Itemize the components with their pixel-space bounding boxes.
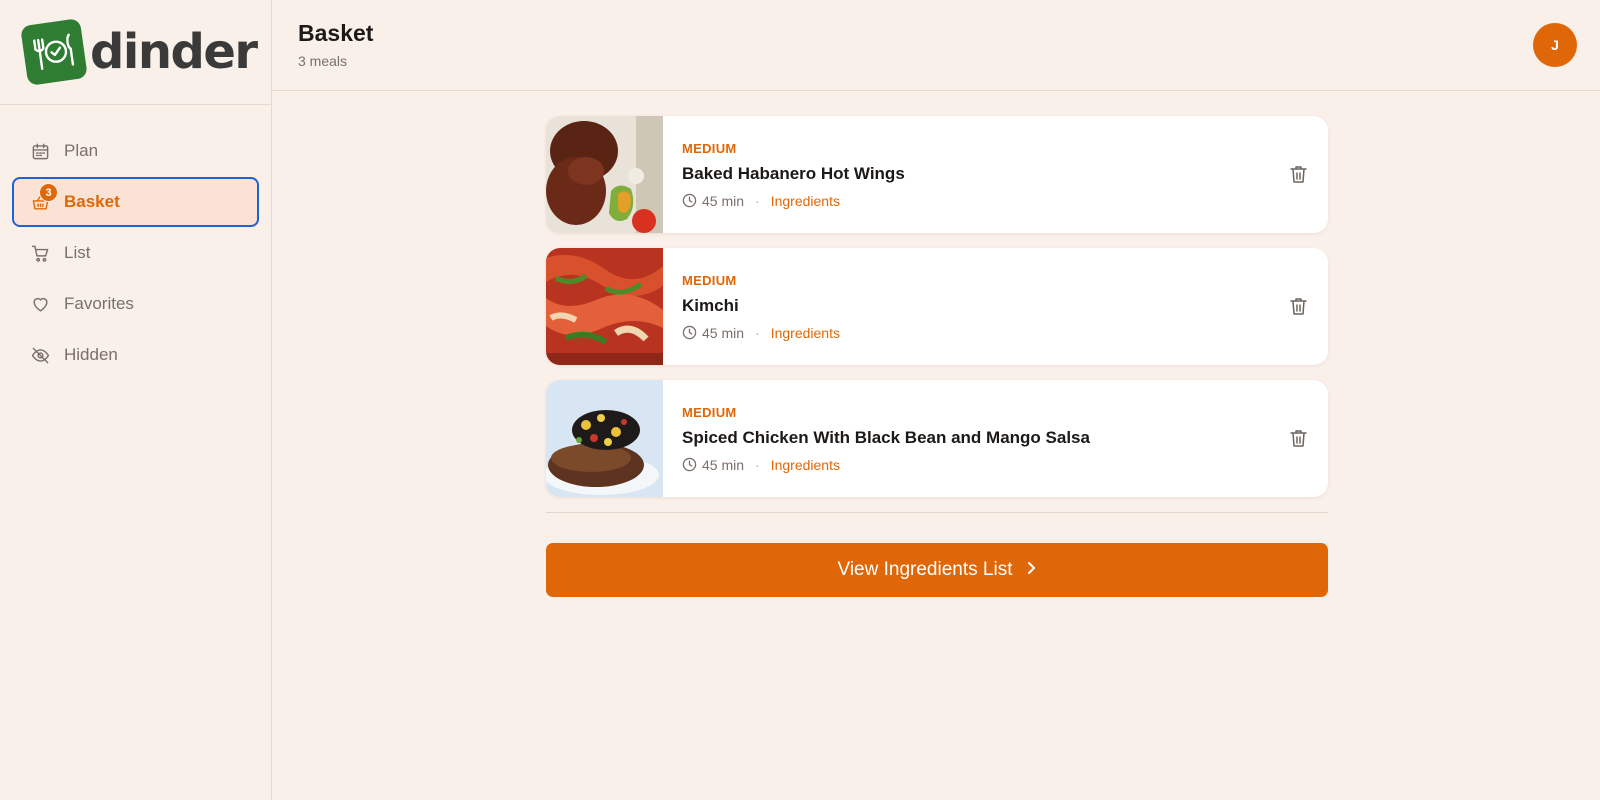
meal-title: Spiced Chicken With Black Bean and Mango… [682, 427, 1090, 447]
trash-icon[interactable] [1288, 296, 1308, 316]
clock-icon [682, 325, 697, 340]
meal-meta: 45 min · Ingredients [682, 193, 1328, 209]
sidebar-item-basket[interactable]: 3 Basket [12, 177, 259, 227]
meal-title: Kimchi [682, 295, 739, 315]
meal-info: MEDIUM Kimchi 45 min · Ingredients [663, 273, 1328, 341]
meal-card[interactable]: MEDIUM Kimchi 45 min · Ingredients [546, 248, 1328, 365]
logo[interactable]: dinder [0, 0, 271, 105]
sidebar-item-label: Favorites [64, 294, 134, 313]
difficulty-label: MEDIUM [682, 140, 737, 156]
clock-icon [682, 457, 697, 472]
page-title: Basket [298, 20, 374, 46]
logo-text: dinder [90, 24, 258, 80]
sidebar-item-hidden[interactable]: Hidden [12, 330, 259, 380]
trash-icon[interactable] [1288, 164, 1308, 184]
meal-count: 3 meals [298, 53, 348, 69]
sidebar-item-plan[interactable]: Plan [12, 126, 259, 176]
sidebar-item-label: List [64, 243, 91, 262]
calendar-icon [30, 141, 50, 161]
meal-image [546, 380, 663, 497]
cook-time: 45 min [702, 192, 745, 209]
view-ingredients-label: View Ingredients List [837, 559, 1013, 580]
separator-dot: · [755, 324, 760, 341]
separator-dot: · [755, 192, 760, 209]
meal-meta: 45 min · Ingredients [682, 325, 1328, 341]
basket-icon: 3 [30, 183, 58, 212]
cook-time: 45 min [702, 456, 745, 473]
sidebar-item-favorites[interactable]: Favorites [12, 279, 259, 329]
meal-card[interactable]: MEDIUM Spiced Chicken With Black Bean an… [546, 380, 1328, 497]
basket-list: MEDIUM Baked Habanero Hot Wings 45 min ·… [546, 116, 1328, 597]
page-header: Basket 3 meals J [272, 0, 1600, 91]
meal-image [546, 248, 663, 365]
difficulty-label: MEDIUM [682, 404, 737, 420]
avatar[interactable]: J [1533, 23, 1577, 67]
trash-icon[interactable] [1288, 428, 1308, 448]
separator-dot: · [755, 456, 760, 473]
ingredients-link[interactable]: Ingredients [771, 457, 840, 473]
meal-image [546, 116, 663, 233]
sidebar: dinder Plan 3 Basket List Favorites Hidd… [0, 0, 272, 800]
ingredients-link[interactable]: Ingredients [771, 193, 840, 209]
sidebar-item-label: Basket [64, 192, 120, 211]
cart-icon [30, 243, 50, 263]
sidebar-nav: Plan 3 Basket List Favorites Hidden [0, 105, 271, 380]
clock-icon [682, 193, 697, 208]
difficulty-label: MEDIUM [682, 272, 737, 288]
sidebar-item-label: Hidden [64, 345, 118, 364]
meal-card[interactable]: MEDIUM Baked Habanero Hot Wings 45 min ·… [546, 116, 1328, 233]
meal-info: MEDIUM Baked Habanero Hot Wings 45 min ·… [663, 141, 1328, 209]
logo-mark-icon [20, 18, 88, 86]
view-ingredients-button[interactable]: View Ingredients List [546, 543, 1328, 597]
chevron-right-icon [1026, 559, 1036, 581]
basket-count-badge: 3 [39, 183, 58, 202]
meal-meta: 45 min · Ingredients [682, 457, 1328, 473]
heart-icon [30, 294, 50, 314]
meal-title: Baked Habanero Hot Wings [682, 163, 905, 183]
sidebar-item-list[interactable]: List [12, 228, 259, 278]
ingredients-link[interactable]: Ingredients [771, 325, 840, 341]
eye-off-icon [30, 345, 50, 365]
meal-info: MEDIUM Spiced Chicken With Black Bean an… [663, 405, 1328, 473]
cook-time: 45 min [702, 324, 745, 341]
divider [546, 512, 1328, 513]
sidebar-item-label: Plan [64, 141, 99, 160]
